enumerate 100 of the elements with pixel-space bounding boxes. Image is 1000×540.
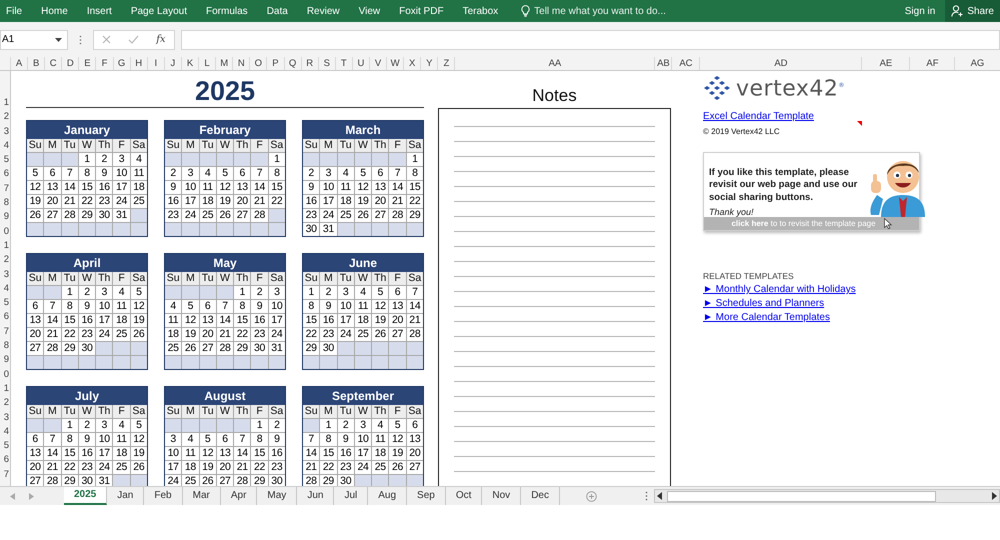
ribbon-tab[interactable]: Data	[266, 6, 298, 16]
weekday-header: Su	[303, 405, 320, 418]
column-header[interactable]: G	[112, 57, 130, 70]
share-button[interactable]: Share	[945, 0, 1000, 22]
row-header[interactable]: 5	[0, 150, 10, 166]
column-header[interactable]: T	[334, 57, 352, 70]
column-header[interactable]: I	[146, 57, 164, 70]
row-header[interactable]: 0	[0, 222, 10, 237]
column-header[interactable]: AG	[954, 57, 1000, 70]
horizontal-scrollbar[interactable]	[654, 489, 1000, 503]
column-header[interactable]: U	[352, 57, 369, 70]
row-header[interactable]: 9	[0, 208, 10, 222]
day-cell: 6	[44, 167, 61, 180]
day-cell: 7	[62, 167, 78, 180]
column-header[interactable]: F	[95, 57, 113, 70]
column-header[interactable]: K	[180, 57, 198, 70]
row-header[interactable]: 1	[0, 71, 10, 108]
column-header[interactable]: H	[130, 57, 147, 70]
column-header[interactable]: P	[266, 57, 284, 70]
row-header[interactable]: 7	[0, 179, 10, 194]
column-header[interactable]: AE	[861, 57, 910, 70]
day-cell: 15	[62, 314, 78, 327]
column-header[interactable]: Z	[437, 57, 454, 70]
column-header[interactable]: W	[386, 57, 404, 70]
row-header[interactable]: 0	[0, 365, 10, 380]
row-header[interactable]: 6	[0, 451, 10, 466]
column-header[interactable]: M	[215, 57, 232, 70]
row-header[interactable]: 6	[0, 308, 10, 322]
row-header[interactable]: 7	[0, 465, 10, 480]
weekday-header: Th	[96, 139, 112, 152]
template-link[interactable]: Excel Calendar Template	[703, 111, 814, 122]
column-header[interactable]: E	[78, 57, 96, 70]
cancel-icon[interactable]	[102, 35, 112, 44]
insert-function-button[interactable]: fx	[156, 34, 166, 45]
column-header[interactable]: D	[61, 57, 78, 70]
ribbon-tab[interactable]: Home	[41, 6, 78, 16]
check-icon[interactable]	[128, 35, 140, 44]
ribbon-tab[interactable]: Terabox	[462, 6, 508, 16]
ribbon-tab[interactable]: File	[6, 6, 32, 16]
column-header[interactable]: AC	[671, 57, 700, 70]
row-header[interactable]: 8	[0, 194, 10, 208]
tell-me-search[interactable]: Tell me what you want to do...	[521, 5, 666, 17]
row-header[interactable]: 1	[0, 380, 10, 394]
more-icon[interactable]	[644, 491, 648, 501]
name-box[interactable]: A1	[0, 30, 68, 50]
row-header[interactable]: 2	[0, 394, 10, 408]
related-template-link[interactable]: ► Monthly Calendar with Holidays	[703, 284, 856, 295]
scroll-left-icon[interactable]	[656, 492, 663, 500]
related-template-link[interactable]: ► Schedules and Planners	[703, 298, 824, 309]
column-header[interactable]: Y	[420, 57, 438, 70]
column-header[interactable]: R	[300, 57, 318, 70]
column-header[interactable]: AF	[909, 57, 954, 70]
day-cell: 17	[320, 195, 337, 208]
ribbon-tab[interactable]: Insert	[86, 6, 122, 16]
ribbon-tab[interactable]: Page Layout	[130, 6, 197, 16]
sign-in-link[interactable]: Sign in	[904, 6, 936, 16]
sheet-tab[interactable]: 2025	[64, 487, 108, 505]
row-header[interactable]: 4	[0, 422, 10, 437]
row-header[interactable]: 3	[0, 408, 10, 423]
column-header[interactable]: B	[27, 57, 44, 70]
row-header[interactable]: 4	[0, 280, 10, 294]
column-header[interactable]: AD	[699, 57, 862, 70]
scrollbar-thumb[interactable]	[666, 490, 936, 502]
column-header[interactable]: Q	[284, 57, 301, 70]
row-header[interactable]: 3	[0, 122, 10, 137]
ribbon-tab[interactable]: View	[358, 6, 390, 16]
row-header[interactable]: 4	[0, 136, 10, 151]
row-header[interactable]: 2	[0, 108, 10, 122]
row-header[interactable]: 9	[0, 351, 10, 366]
column-header[interactable]: J	[164, 57, 181, 70]
column-header[interactable]: C	[44, 57, 62, 70]
row-header[interactable]: 8	[0, 336, 10, 352]
column-header[interactable]: X	[403, 57, 420, 70]
column-header[interactable]: AB	[654, 57, 672, 70]
row-header[interactable]: 6	[0, 165, 10, 180]
ribbon-tab[interactable]: Review	[306, 6, 350, 16]
column-header[interactable]: N	[232, 57, 250, 70]
row-header[interactable]: 5	[0, 436, 10, 452]
column-header[interactable]: AA	[454, 57, 654, 70]
scroll-right-icon[interactable]	[991, 492, 997, 500]
day-cell: 25	[182, 475, 199, 486]
formula-input-field[interactable]	[181, 30, 1000, 50]
row-header[interactable]: 1	[0, 236, 10, 251]
row-header[interactable]: 5	[0, 294, 10, 308]
related-template-link[interactable]: ► More Calendar Templates	[703, 312, 830, 323]
column-header[interactable]: L	[198, 57, 216, 70]
column-header[interactable]: S	[318, 57, 335, 70]
column-header[interactable]: A	[10, 57, 28, 70]
ribbon-tab[interactable]: Foxit PDF	[399, 6, 454, 16]
row-header[interactable]: 7	[0, 322, 10, 337]
weekday-header: Th	[96, 272, 112, 285]
add-sheet-icon[interactable]	[586, 490, 597, 502]
day-cell: 18	[113, 314, 130, 327]
column-header[interactable]: O	[249, 57, 266, 70]
ribbon-tab[interactable]: Formulas	[206, 6, 258, 16]
day-cell: 8	[303, 300, 320, 313]
row-header[interactable]: 3	[0, 265, 10, 280]
day-cell: 2	[78, 286, 96, 299]
column-header[interactable]: V	[368, 57, 386, 70]
row-header[interactable]: 2	[0, 250, 10, 266]
